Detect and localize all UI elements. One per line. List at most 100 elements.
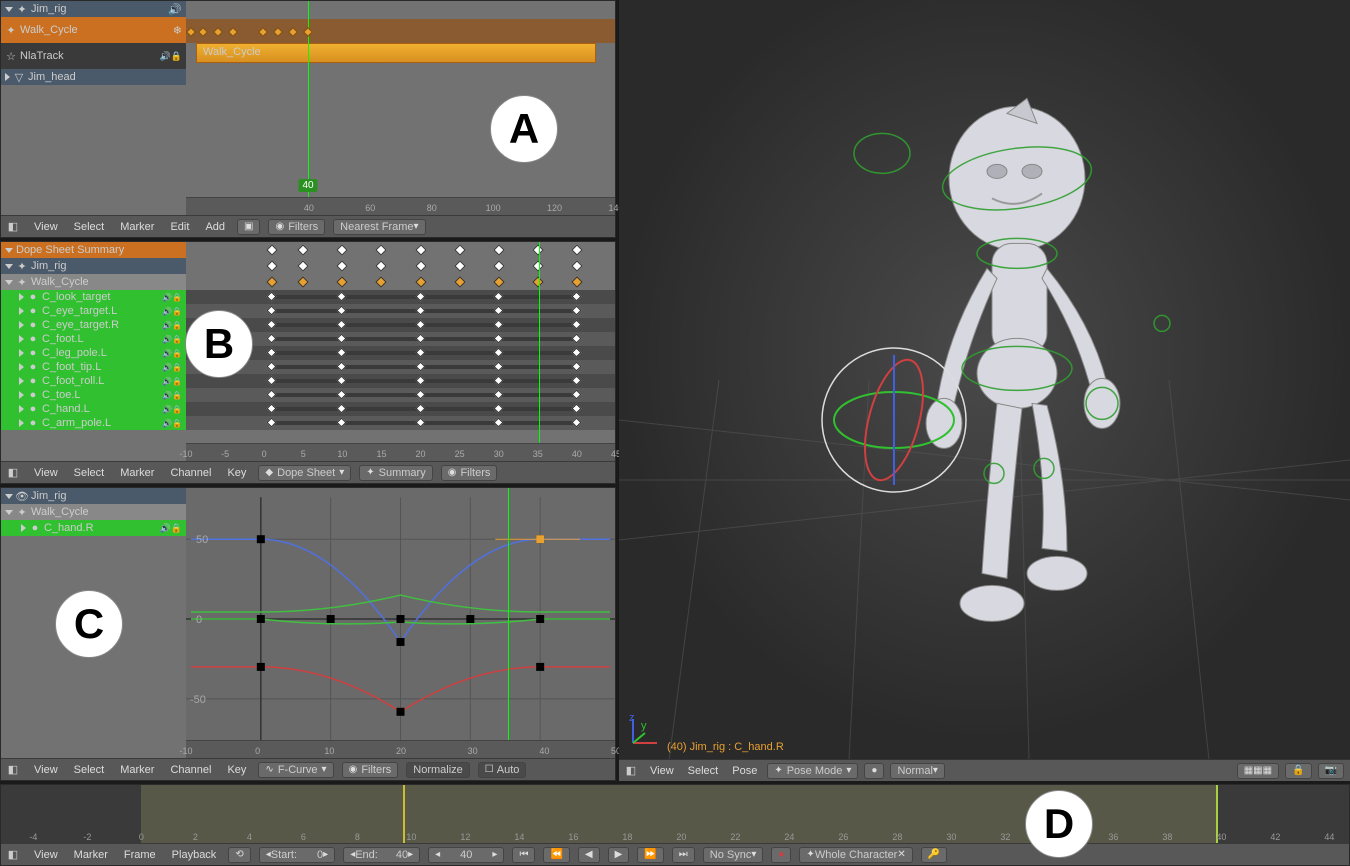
- menu-select[interactable]: Select: [70, 465, 109, 481]
- menu-select[interactable]: Select: [684, 763, 723, 779]
- expand-icon[interactable]: [5, 73, 10, 81]
- expand-icon[interactable]: [5, 510, 13, 515]
- nla-track-jim-head[interactable]: ▽ Jim_head: [1, 69, 186, 85]
- menu-frame[interactable]: Frame: [120, 847, 160, 863]
- nla-header: ◧ View Select Marker Edit Add ▣ ◉ Filter…: [1, 215, 615, 237]
- snap-dropdown[interactable]: Nearest Frame ▾: [333, 219, 425, 235]
- cursor-button[interactable]: ▣: [237, 219, 260, 235]
- rewind-icon[interactable]: ⟲: [228, 847, 250, 863]
- nla-track-jim-rig[interactable]: ✦ Jim_rig 🔊: [1, 1, 186, 17]
- editor-type-icon[interactable]: ◧: [7, 849, 19, 861]
- menu-view[interactable]: View: [30, 219, 62, 235]
- play-reverse-icon[interactable]: ◀: [578, 847, 600, 863]
- dope-rig-row[interactable]: ✦ Jim_rig: [1, 258, 186, 274]
- viewport-panel[interactable]: User Persp: [619, 0, 1350, 781]
- dope-channel-2[interactable]: ●C_eye_target.R🔊🔒: [1, 318, 186, 332]
- snowflake-icon[interactable]: ❄: [173, 24, 182, 37]
- insert-key-icon[interactable]: 🔑: [921, 847, 947, 863]
- start-field[interactable]: ◂ Start: 0 ▸: [259, 847, 335, 863]
- menu-pose[interactable]: Pose: [728, 763, 761, 779]
- nla-ruler[interactable]: 406080100120140: [186, 197, 615, 215]
- prev-key-icon[interactable]: ⏪: [543, 847, 569, 863]
- expand-icon[interactable]: [5, 494, 13, 499]
- filters-button[interactable]: ◉ Filters: [441, 465, 498, 481]
- jump-end-icon[interactable]: ⏭: [672, 847, 695, 863]
- dope-channel-4[interactable]: ●C_leg_pole.L🔊🔒: [1, 346, 186, 360]
- dope-action-row[interactable]: ✦ Walk_Cycle: [1, 274, 186, 290]
- expand-icon[interactable]: [5, 7, 13, 12]
- menu-select[interactable]: Select: [70, 219, 109, 235]
- expand-icon[interactable]: [5, 264, 13, 269]
- shading-dropdown[interactable]: Normal ▾: [890, 763, 944, 779]
- play-icon[interactable]: ▶: [608, 847, 630, 863]
- dope-channel-9[interactable]: ●C_arm_pole.L🔊🔒: [1, 416, 186, 430]
- next-key-icon[interactable]: ⏩: [637, 847, 663, 863]
- dope-channel-5[interactable]: ●C_foot_tip.L🔊🔒: [1, 360, 186, 374]
- nla-track-walk-cycle[interactable]: ✦ Walk_Cycle ❄: [1, 17, 186, 43]
- editor-type-icon[interactable]: ◧: [7, 467, 19, 479]
- frame-field[interactable]: ◂ 40 ▸: [428, 847, 504, 863]
- menu-marker[interactable]: Marker: [116, 465, 158, 481]
- menu-marker[interactable]: Marker: [116, 219, 158, 235]
- editor-type-icon[interactable]: ◧: [625, 765, 637, 777]
- record-button[interactable]: ●: [771, 847, 791, 863]
- dope-channel-6[interactable]: ●C_foot_roll.L🔊🔒: [1, 374, 186, 388]
- mode-dropdown[interactable]: ∿ F-Curve ▾: [258, 762, 333, 778]
- menu-view[interactable]: View: [30, 847, 62, 863]
- dope-ruler[interactable]: -10-5051015202530354045: [186, 443, 615, 461]
- shading-solid[interactable]: ●: [864, 763, 884, 779]
- jump-start-icon[interactable]: ⏮: [512, 847, 535, 863]
- auto-toggle[interactable]: ☐ Auto: [478, 762, 527, 778]
- menu-marker[interactable]: Marker: [70, 847, 112, 863]
- editor-type-icon[interactable]: ◧: [7, 221, 19, 233]
- graph-curve-area[interactable]: 500-50 40: [186, 488, 615, 758]
- dope-channel-3[interactable]: ●C_foot.L🔊🔒: [1, 332, 186, 346]
- menu-select[interactable]: Select: [70, 762, 109, 778]
- graph-channel-row[interactable]: ● C_hand.R 🔊🔒: [1, 520, 186, 536]
- dope-channel-1[interactable]: ●C_eye_target.L🔊🔒: [1, 304, 186, 318]
- layers-widget[interactable]: ▦▦▦: [1237, 763, 1279, 779]
- nla-track-nlatrack[interactable]: ☆ NlaTrack 🔊🔒: [1, 43, 186, 69]
- expand-icon[interactable]: [5, 248, 13, 253]
- playhead[interactable]: [539, 242, 540, 461]
- normalize-toggle[interactable]: Normalize: [406, 762, 470, 778]
- menu-view[interactable]: View: [30, 762, 62, 778]
- menu-add[interactable]: Add: [201, 219, 229, 235]
- dope-channel-8[interactable]: ●C_hand.L🔊🔒: [1, 402, 186, 416]
- dope-summary-row[interactable]: Dope Sheet Summary: [1, 242, 186, 258]
- speaker-icon[interactable]: 🔊: [168, 3, 182, 16]
- expand-icon[interactable]: [5, 280, 13, 285]
- filters-button[interactable]: ◉ Filters: [342, 762, 399, 778]
- rotation-gizmo[interactable]: [814, 340, 974, 500]
- playhead[interactable]: [508, 488, 509, 758]
- menu-channel[interactable]: Channel: [166, 465, 215, 481]
- menu-marker[interactable]: Marker: [116, 762, 158, 778]
- menu-view[interactable]: View: [646, 763, 678, 779]
- action-strip[interactable]: Walk_Cycle: [196, 43, 596, 63]
- lock-camera-icon[interactable]: 🔒: [1285, 763, 1311, 779]
- keying-set[interactable]: ✦ Whole Character ✕: [799, 847, 912, 863]
- sync-dropdown[interactable]: No Sync ▾: [703, 847, 764, 863]
- menu-key[interactable]: Key: [223, 762, 250, 778]
- editor-type-icon[interactable]: ◧: [7, 764, 19, 776]
- expand-icon[interactable]: [21, 524, 26, 532]
- render-icon[interactable]: 📷: [1318, 763, 1344, 779]
- mode-dropdown[interactable]: ✦ Pose Mode ▾: [767, 763, 858, 779]
- filters-button[interactable]: ◉ Filters: [268, 219, 325, 235]
- mode-dropdown[interactable]: ◆ Dope Sheet ▾: [258, 465, 351, 481]
- dope-channel-0[interactable]: ●C_look_target🔊🔒: [1, 290, 186, 304]
- graph-rig-row[interactable]: 👁 Jim_rig: [1, 488, 186, 504]
- dope-channel-7[interactable]: ●C_toe.L🔊🔒: [1, 388, 186, 402]
- eye-icon[interactable]: 👁: [16, 490, 28, 502]
- graph-ruler[interactable]: -1001020304050: [186, 740, 615, 758]
- menu-edit[interactable]: Edit: [166, 219, 193, 235]
- menu-view[interactable]: View: [30, 465, 62, 481]
- end-field[interactable]: ◂ End: 40 ▸: [343, 847, 420, 863]
- menu-key[interactable]: Key: [223, 465, 250, 481]
- svg-text:z: z: [629, 713, 635, 724]
- menu-channel[interactable]: Channel: [166, 762, 215, 778]
- summary-toggle[interactable]: ✦ Summary: [359, 465, 432, 481]
- menu-playback[interactable]: Playback: [168, 847, 221, 863]
- timeline-track-area[interactable]: -4-2024681012141618202224262830323638404…: [1, 785, 1349, 843]
- graph-action-row[interactable]: ✦ Walk_Cycle: [1, 504, 186, 520]
